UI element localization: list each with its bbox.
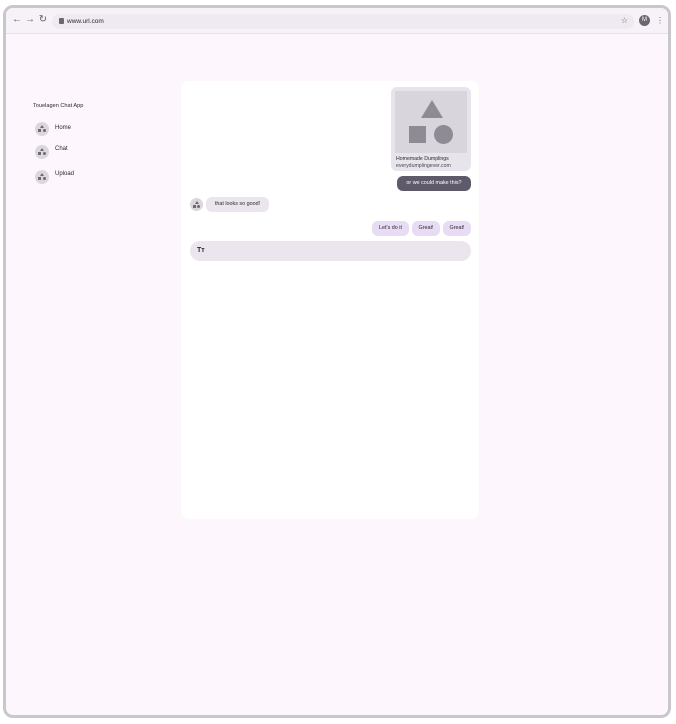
shapes-icon (35, 122, 49, 136)
lock-icon (59, 18, 64, 24)
profile-avatar[interactable]: M (639, 15, 650, 26)
suggestion-chip[interactable]: Let's do it (372, 221, 409, 236)
browser-window: ← → ↻ www.url.com ☆ M ⋮ Touelagen Chat A… (3, 5, 671, 718)
browser-toolbar: ← → ↻ www.url.com ☆ M ⋮ (6, 8, 668, 34)
chat-panel: Homemade Dumplings everydumplingever.com… (181, 81, 479, 519)
outgoing-message: or we could make this? (397, 176, 471, 191)
message-composer[interactable]: Tт (190, 241, 471, 261)
shapes-icon (35, 145, 49, 159)
sidebar-item-chat[interactable]: Chat (35, 145, 155, 161)
reload-icon[interactable]: ↻ (38, 15, 48, 25)
avatar (190, 198, 203, 211)
sidebar-item-label: Chat (55, 146, 68, 152)
arrow-right-icon[interactable]: → (25, 15, 35, 25)
sidebar-item-home[interactable]: Home (35, 122, 155, 138)
image-placeholder (395, 91, 467, 153)
text-format-icon[interactable]: Tт (197, 246, 205, 256)
more-vert-icon[interactable]: ⋮ (656, 15, 664, 26)
shapes-icon (35, 170, 49, 184)
sidebar-item-label: Home (55, 125, 72, 131)
sidebar: Touelagen Chat App Home Chat Upload (33, 102, 173, 184)
sidebar-item-upload[interactable]: Upload (35, 170, 155, 186)
suggestion-chip[interactable]: Great! (412, 221, 440, 236)
app-title: Touelagen Chat App (33, 103, 84, 109)
link-preview-card[interactable]: Homemade Dumplings everydumplingever.com (391, 87, 471, 171)
sidebar-item-label: Upload (55, 171, 75, 177)
url-text: www.url.com (67, 18, 104, 25)
suggestion-chip[interactable]: Great! (443, 221, 471, 236)
address-bar[interactable]: www.url.com ☆ (52, 14, 634, 29)
card-domain: everydumplingever.com (396, 163, 451, 169)
card-title: Homemade Dumplings (396, 156, 449, 162)
star-icon[interactable]: ☆ (621, 15, 628, 27)
arrow-left-icon[interactable]: ← (12, 15, 22, 25)
message-input[interactable] (210, 244, 465, 258)
incoming-message: that looks so good! (206, 197, 269, 212)
